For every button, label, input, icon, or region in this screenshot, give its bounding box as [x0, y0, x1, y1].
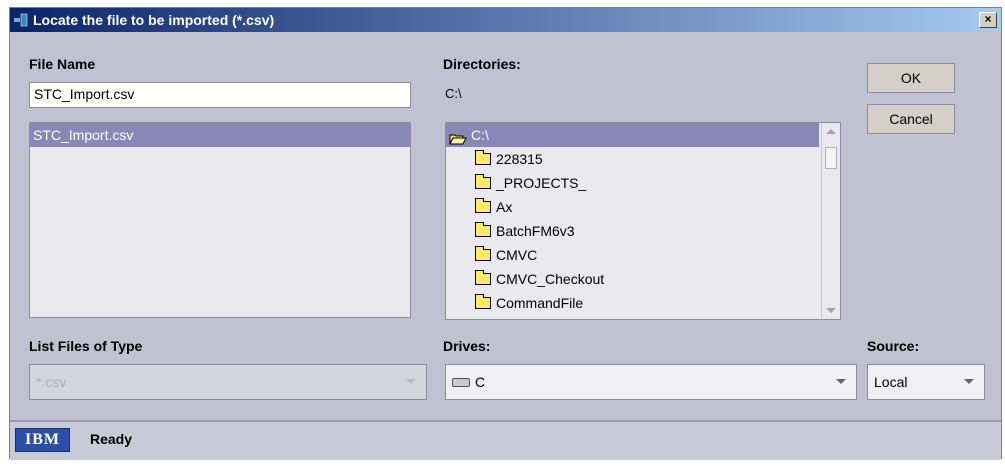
dir-item[interactable]: _PROJECTS_	[446, 171, 840, 195]
dir-item-label: BatchFM6v3	[496, 223, 575, 239]
chevron-down-icon[interactable]	[964, 379, 974, 384]
file-list-item[interactable]: STC_Import.csv	[30, 123, 410, 147]
directory-scrollbar[interactable]	[821, 123, 840, 319]
dir-item-root[interactable]: C:\	[446, 123, 819, 147]
open-folder-icon	[449, 129, 467, 145]
folder-icon	[475, 198, 491, 213]
drive-icon	[452, 377, 470, 387]
cancel-button[interactable]: Cancel	[867, 104, 955, 134]
file-type-select: *.csv	[29, 364, 427, 400]
dir-item[interactable]: CommandFile	[446, 291, 840, 315]
current-directory: C:\	[445, 86, 462, 101]
window-title: Locate the file to be imported (*.csv)	[33, 12, 275, 28]
scroll-down-icon[interactable]	[826, 308, 836, 313]
chevron-down-icon[interactable]	[836, 379, 846, 384]
source-value: Local	[874, 374, 908, 390]
dir-item-label: CMVC_Checkout	[496, 271, 605, 287]
directories-label: Directories:	[443, 56, 521, 72]
dir-item[interactable]: BatchFM6v3	[446, 219, 840, 243]
folder-icon	[475, 222, 491, 237]
drives-value: C	[475, 374, 486, 390]
folder-icon	[475, 174, 491, 189]
drives-select[interactable]: C	[445, 364, 857, 400]
dir-item-label: C:\	[471, 127, 489, 143]
dialog-body: File Name STC_Import.csv STC_Import.csv …	[10, 32, 1001, 420]
ok-button[interactable]: OK	[867, 63, 955, 93]
status-text: Ready	[90, 431, 133, 447]
dir-item-label: CMVC	[496, 247, 538, 263]
folder-icon	[475, 246, 491, 261]
scroll-up-icon[interactable]	[826, 129, 836, 134]
file-list[interactable]: STC_Import.csv	[29, 122, 411, 318]
source-label: Source:	[867, 338, 920, 354]
file-name-input[interactable]: STC_Import.csv	[29, 82, 411, 108]
dir-item[interactable]: Ax	[446, 195, 840, 219]
title-bar[interactable]: Locate the file to be imported (*.csv) ×	[10, 8, 1001, 32]
dir-item[interactable]: CMVC	[446, 243, 840, 267]
dir-item[interactable]: CMVC_Checkout	[446, 267, 840, 291]
status-bar: IBM Ready	[10, 420, 1001, 460]
file-type-value: *.csv	[36, 374, 67, 390]
dir-item[interactable]: 228315	[446, 147, 840, 171]
folder-icon	[475, 270, 491, 285]
folder-icon	[475, 150, 491, 165]
app-icon	[13, 12, 29, 28]
close-button[interactable]: ×	[979, 12, 997, 28]
folder-icon	[475, 294, 491, 309]
dir-item-label: CommandFile	[496, 295, 584, 311]
file-name-label: File Name	[29, 56, 96, 72]
dir-item-label: _PROJECTS_	[496, 175, 587, 191]
scroll-thumb[interactable]	[825, 147, 837, 169]
dir-item-label: 228315	[496, 151, 543, 167]
directory-list[interactable]: C:\ 228315 _PROJECTS_ Ax BatchFM6v3 CMVC…	[445, 122, 841, 320]
dir-item-label: Ax	[496, 199, 513, 215]
chevron-down-icon	[406, 379, 416, 384]
file-type-label: List Files of Type	[29, 338, 143, 354]
dialog-window: Locate the file to be imported (*.csv) ×…	[9, 7, 1002, 460]
ibm-logo: IBM	[15, 428, 70, 452]
drives-label: Drives:	[443, 338, 491, 354]
source-select[interactable]: Local	[867, 364, 985, 400]
